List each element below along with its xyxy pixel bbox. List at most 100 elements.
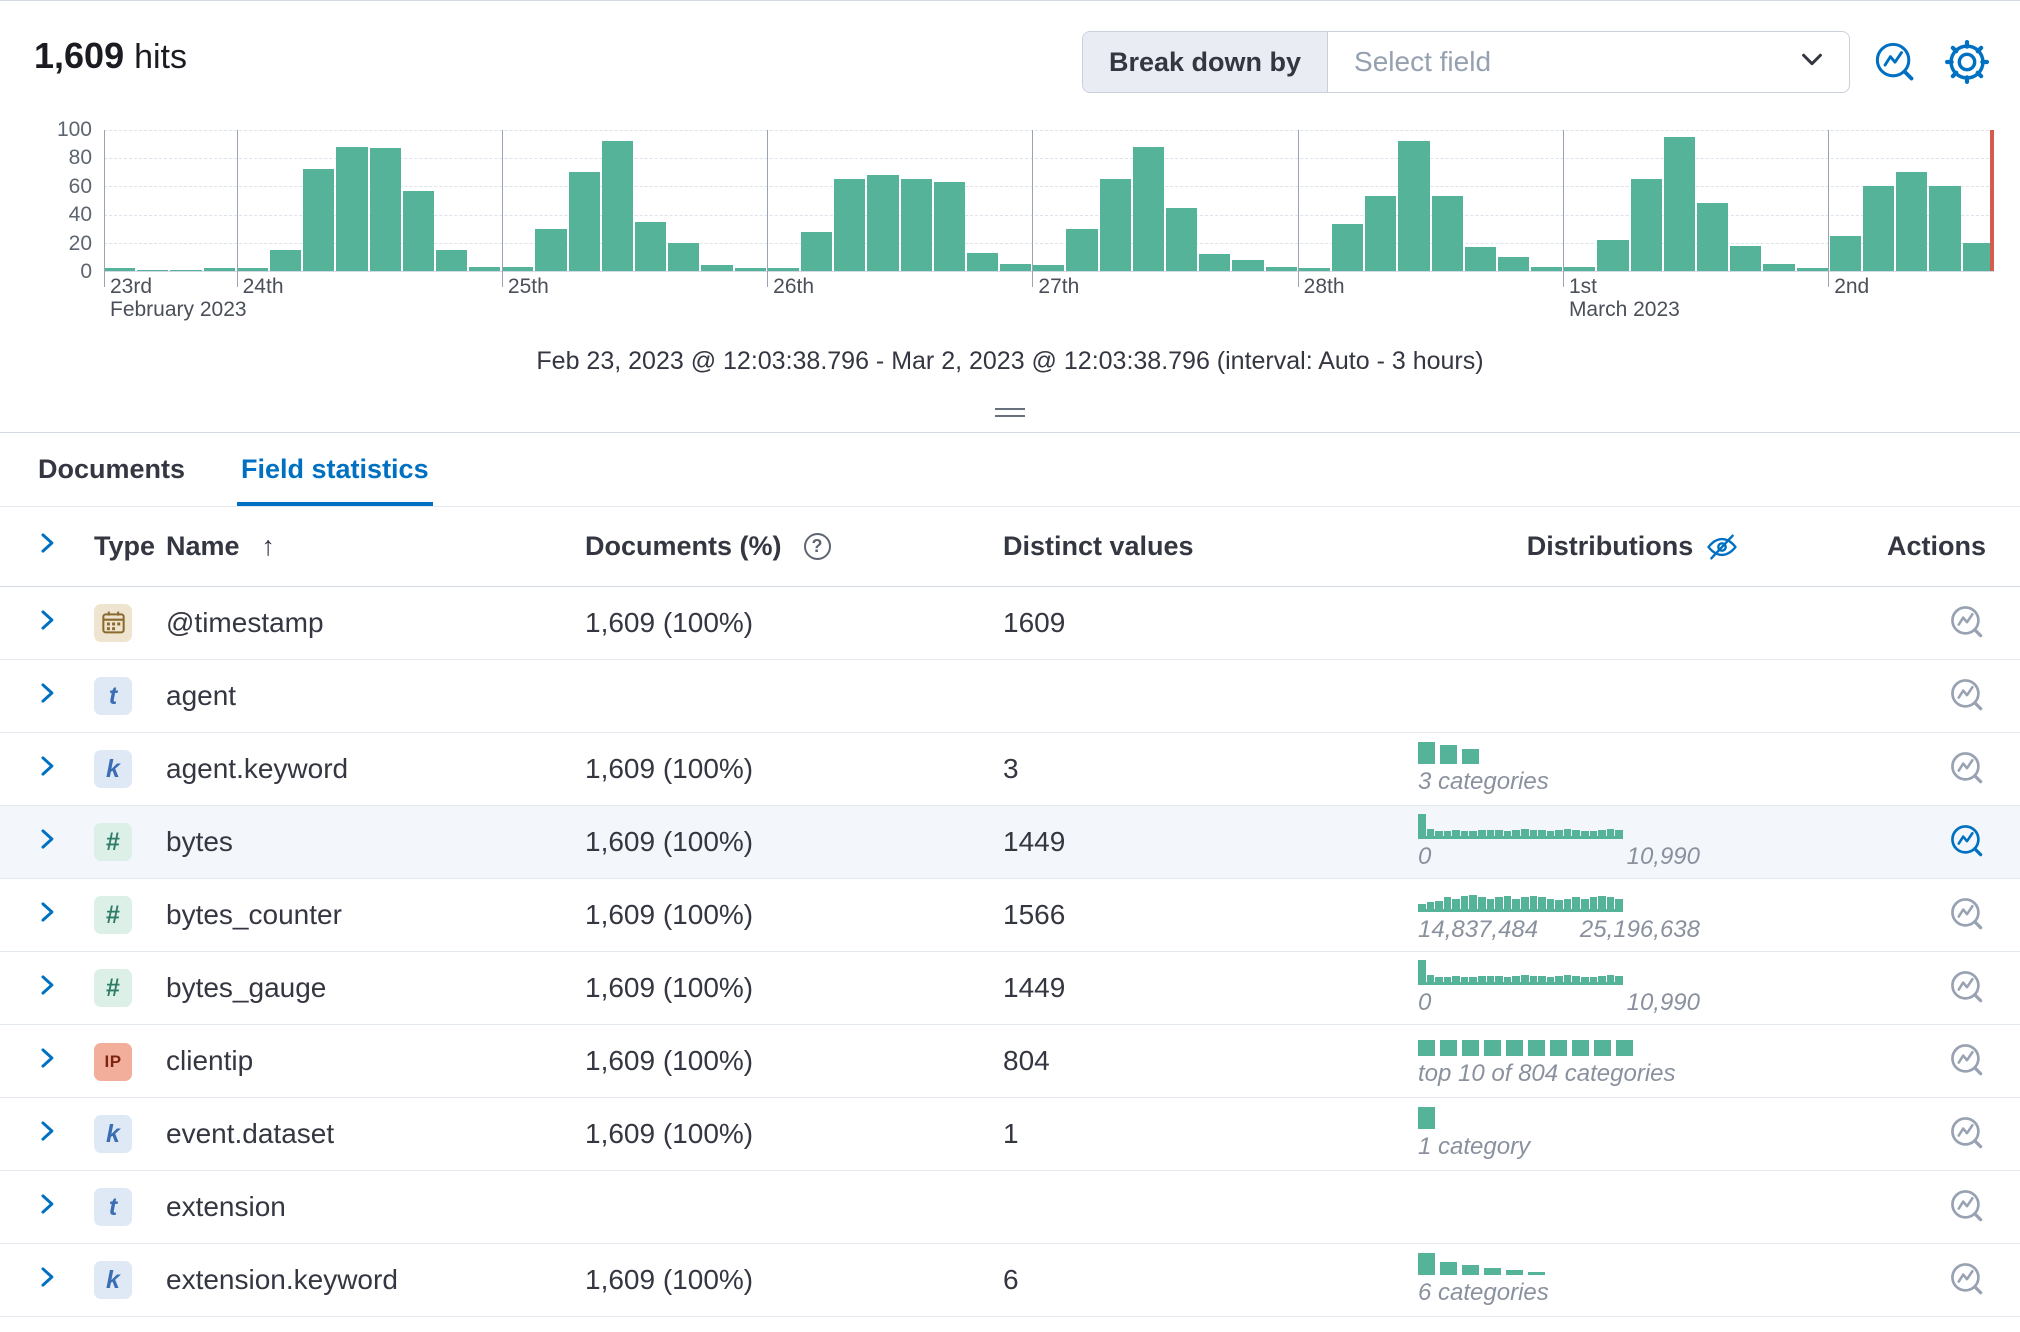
histogram-bar[interactable] [701, 265, 732, 271]
tab-field-statistics[interactable]: Field statistics [237, 433, 433, 506]
expand-row-button[interactable] [34, 753, 60, 781]
header-type: Type [94, 531, 166, 562]
histogram-bar[interactable] [1830, 236, 1861, 271]
histogram-bar[interactable] [170, 270, 201, 271]
histogram-bar[interactable] [569, 172, 600, 271]
histogram-bar[interactable] [1398, 141, 1429, 271]
histogram-bar[interactable] [668, 243, 699, 271]
histogram-bar[interactable] [237, 268, 268, 271]
histogram-bar[interactable] [1266, 267, 1297, 271]
resize-handle[interactable] [995, 403, 1025, 417]
histogram-bar[interactable] [1763, 264, 1794, 271]
histogram-bar[interactable] [801, 232, 832, 271]
histogram-bar[interactable] [104, 268, 135, 271]
chart-options-icon[interactable] [1872, 39, 1918, 85]
documents-percent: 1,609 (100%) [585, 899, 1003, 931]
histogram-bar[interactable] [403, 191, 434, 271]
histogram-bar[interactable] [735, 268, 766, 271]
histogram-bar[interactable] [535, 229, 566, 271]
histogram-bar[interactable] [469, 267, 500, 271]
histogram-bar[interactable] [1498, 257, 1529, 271]
histogram-bar[interactable] [934, 182, 965, 271]
visualize-field-button[interactable] [1948, 821, 1986, 863]
histogram-bar[interactable] [1896, 172, 1927, 271]
histogram-bar[interactable] [1863, 186, 1894, 271]
visualize-field-button[interactable] [1948, 1113, 1986, 1155]
histogram-bar[interactable] [204, 268, 235, 271]
histogram-bar[interactable] [370, 148, 401, 271]
mini-histogram-bar [1478, 830, 1486, 836]
histogram-bar[interactable] [303, 169, 334, 271]
range-min-label: 14,837,484 [1418, 916, 1538, 944]
histogram-bar[interactable] [336, 147, 367, 271]
visualize-field-button[interactable] [1948, 1259, 1986, 1301]
histogram-bar[interactable] [436, 250, 467, 271]
visualize-field-button[interactable] [1948, 894, 1986, 936]
histogram-bar[interactable] [1797, 268, 1828, 271]
histogram-bar[interactable] [901, 179, 932, 271]
histogram-bar[interactable] [967, 253, 998, 271]
visualize-field-button[interactable] [1948, 602, 1986, 644]
mini-histogram-bar [1427, 975, 1435, 982]
histogram-bar[interactable] [834, 179, 865, 271]
histogram-bar[interactable] [768, 268, 799, 271]
histogram-bar[interactable] [1531, 267, 1562, 271]
header-name[interactable]: Name ↑ [166, 531, 585, 562]
histogram-bar[interactable] [137, 270, 168, 271]
tab-documents[interactable]: Documents [34, 433, 189, 506]
histogram-bar[interactable] [1332, 224, 1363, 271]
histogram-mini-chart [1418, 959, 1623, 985]
expand-row-button[interactable] [34, 1045, 60, 1073]
category-bar [1528, 1040, 1545, 1057]
histogram-bar[interactable] [1465, 247, 1496, 271]
visualize-field-button[interactable] [1948, 1040, 1986, 1082]
expand-row-button[interactable] [34, 680, 60, 708]
histogram-bar[interactable] [1597, 240, 1628, 271]
histogram-bar[interactable] [1432, 196, 1463, 271]
histogram-bar[interactable] [270, 250, 301, 271]
histogram-bar[interactable] [1365, 196, 1396, 271]
histogram-bar[interactable] [635, 222, 666, 271]
histogram-bar[interactable] [1166, 208, 1197, 271]
histogram-bar[interactable] [602, 141, 633, 271]
histogram-bar[interactable] [1730, 246, 1761, 271]
expand-row-button[interactable] [34, 899, 60, 927]
histogram-bar[interactable] [1631, 179, 1662, 271]
visualize-field-button[interactable] [1948, 675, 1986, 717]
eye-slash-icon[interactable] [1705, 530, 1739, 564]
histogram-bar[interactable] [1000, 264, 1031, 271]
expand-row-button[interactable] [34, 826, 60, 854]
histogram-bar[interactable] [1199, 254, 1230, 271]
field-stats-table: Type Name ↑ Documents (%) ? Distinct val… [0, 507, 2020, 1317]
histogram-bar[interactable] [1232, 260, 1263, 271]
breakdown-field-select[interactable]: Select field [1328, 32, 1849, 92]
category-bar [1594, 1040, 1611, 1057]
expand-all-button[interactable] [34, 530, 60, 558]
expand-row-button[interactable] [34, 1191, 60, 1219]
visualize-field-button[interactable] [1948, 1186, 1986, 1228]
expand-row-button[interactable] [34, 972, 60, 1000]
distinct-values: 1566 [1003, 899, 1418, 931]
expand-row-button[interactable] [34, 1264, 60, 1292]
table-row: # bytes_counter 1,609 (100%) 1566 14,837… [0, 879, 2020, 952]
histogram-bar[interactable] [1033, 265, 1064, 271]
expand-row-button[interactable] [34, 1118, 60, 1146]
histogram-bar[interactable] [1929, 186, 1960, 271]
histogram-bar[interactable] [1066, 229, 1097, 271]
histogram-bar[interactable] [1664, 137, 1695, 271]
visualize-field-button[interactable] [1948, 967, 1986, 1009]
histogram-bar[interactable] [1963, 243, 1994, 271]
histogram-bar[interactable] [1100, 179, 1131, 271]
gear-icon[interactable] [1944, 39, 1990, 85]
field-name: @timestamp [166, 607, 585, 639]
visualize-field-button[interactable] [1948, 748, 1986, 790]
histogram-bar[interactable] [1133, 147, 1164, 271]
histogram-bar[interactable] [1299, 268, 1330, 271]
help-icon[interactable]: ? [804, 533, 831, 560]
histogram-bar[interactable] [1697, 203, 1728, 271]
histogram-bar[interactable] [867, 175, 898, 271]
histogram-bar[interactable] [1564, 267, 1595, 271]
mini-histogram-bar [1521, 897, 1529, 909]
expand-row-button[interactable] [34, 607, 60, 635]
histogram-bar[interactable] [502, 267, 533, 271]
